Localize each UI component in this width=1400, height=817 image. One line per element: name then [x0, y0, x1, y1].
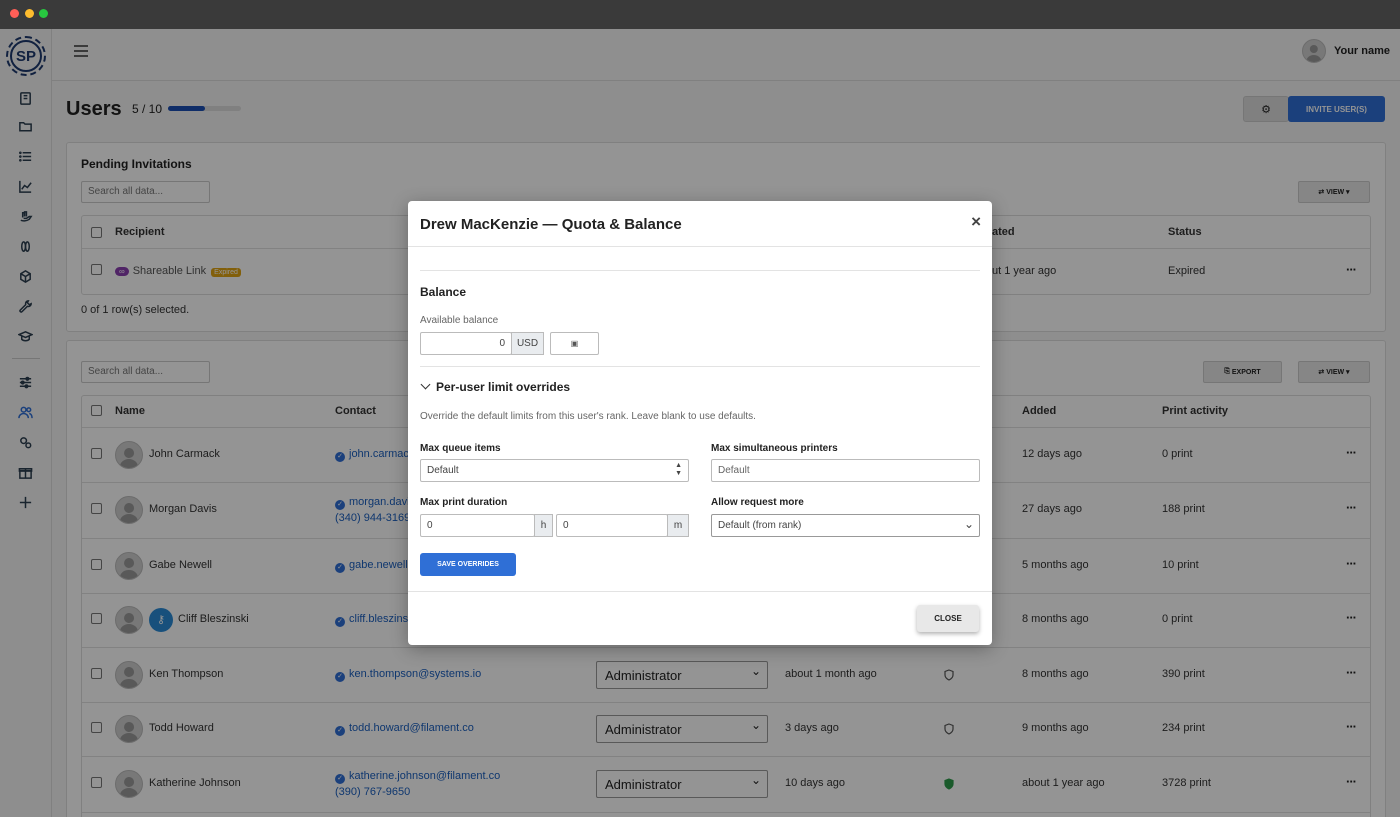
section-divider: [420, 366, 980, 367]
save-balance-button[interactable]: ▣: [550, 332, 599, 355]
balance-input[interactable]: 0: [420, 332, 512, 355]
save-icon: ▣: [570, 339, 579, 348]
zoom-window-dot[interactable]: [39, 9, 48, 18]
chevron-down-icon: [420, 379, 431, 390]
allow-more-select[interactable]: Default (from rank) ⌄: [711, 514, 980, 537]
window-titlebar: [0, 0, 1400, 29]
overrides-title: Per-user limit overrides: [436, 380, 571, 394]
save-overrides-button[interactable]: SAVE OVERRIDES: [420, 553, 516, 576]
minimize-window-dot[interactable]: [25, 9, 34, 18]
hours-unit: h: [534, 514, 553, 537]
close-button[interactable]: CLOSE: [917, 605, 979, 632]
max-queue-select[interactable]: Default ▲ ▼: [420, 459, 689, 482]
overrides-help: Override the default limits from this us…: [420, 411, 756, 422]
close-window-dot[interactable]: [10, 9, 19, 18]
close-icon[interactable]: ×: [971, 212, 981, 232]
modal-footer-divider: [408, 591, 992, 592]
hours-input[interactable]: 0: [420, 514, 535, 537]
minutes-unit: m: [667, 514, 689, 537]
max-duration-label: Max print duration: [420, 497, 508, 508]
max-queue-value: Default: [427, 465, 459, 476]
overrides-toggle[interactable]: Per-user limit overrides: [420, 379, 571, 394]
available-balance-label: Available balance: [420, 315, 499, 326]
quota-balance-modal: Drew MacKenzie — Quota & Balance × Balan…: [408, 201, 992, 645]
allow-more-label: Allow request more: [711, 497, 804, 508]
chevron-down-icon: ⌄: [963, 517, 974, 531]
allow-more-value: Default (from rank): [718, 520, 802, 531]
minutes-input[interactable]: 0: [556, 514, 668, 537]
modal-title: Drew MacKenzie — Quota & Balance: [420, 216, 682, 233]
modal-header-divider: [408, 246, 992, 247]
max-printers-input[interactable]: Default: [711, 459, 980, 482]
section-divider: [420, 270, 980, 271]
currency-addon: USD: [511, 332, 544, 355]
max-queue-label: Max queue items: [420, 443, 501, 454]
updown-icon: ▲ ▼: [675, 462, 682, 477]
max-printers-label: Max simultaneous printers: [711, 443, 838, 454]
balance-title: Balance: [420, 285, 467, 299]
